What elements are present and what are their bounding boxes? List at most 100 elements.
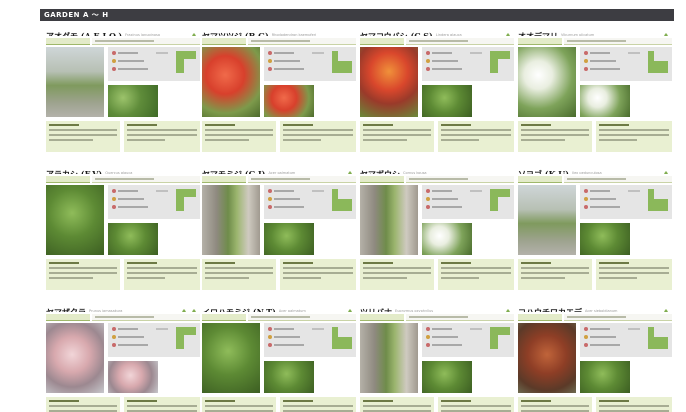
plant-detail-photo [264,85,314,117]
season-chart [648,51,668,73]
plant-description [202,397,276,412]
plant-detail-photo [580,85,630,117]
plant-detail-photo [422,223,472,255]
plant-detail-photo [264,223,314,255]
plant-photo [46,185,104,255]
leaf-icon [180,302,188,312]
leaf-icon [504,26,512,36]
plant-photo [518,47,576,117]
plant-description [46,121,120,152]
plant-title-bar: コハウチワカエデ Acer sieboldianum [518,300,672,312]
plant-latin-name: Acer palmatum [268,170,296,175]
plant-attributes-panel [108,323,200,357]
plant-photo [202,323,260,393]
plant-care-notes [280,121,356,152]
info-tag-right [92,314,200,321]
plant-latin-name: Rhododendron kaempferi [271,32,317,37]
info-tag-left [360,314,404,321]
plant-care-notes [438,259,514,290]
plant-detail-photo [422,361,472,393]
plant-attributes-panel [108,185,200,219]
plant-photo [518,185,576,255]
plant-name: ソヨゴ (K,U) [518,169,570,174]
info-tag-left [518,176,562,183]
plant-attributes-panel [422,47,514,81]
info-tag-left [360,38,404,45]
info-row [518,176,672,183]
season-chart [176,327,196,349]
plant-latin-name: Cornus kousa [403,170,427,175]
season-chart [490,51,510,73]
leaf-icon [346,302,354,312]
plant-latin-name: Acer sieboldianum [585,308,618,313]
plant-description [360,121,434,152]
plant-title-bar: ツリバナ Euonymus oxyphyllus [360,300,514,312]
leaf-icon [504,302,512,312]
info-row [518,314,672,321]
plant-attributes-panel [580,47,672,81]
plant-card: ツリバナ Euonymus oxyphyllus [360,300,514,412]
plant-card: アオダモ (A,E,I,Q,) Fraxinus lanuginosa [46,24,200,152]
plant-title-bar: ソヨゴ (K,U) Ilex pedunculosa [518,162,672,174]
plant-detail-photo [108,223,158,255]
plant-title-bar: ヤマザクラ Prunus jamasakura [46,300,200,312]
plant-name: オオデマリ [518,31,558,36]
info-row [46,176,200,183]
plant-care-notes [596,397,672,412]
plant-photo [202,47,260,117]
plant-care-notes [124,397,200,412]
info-tag-left [360,176,404,183]
info-tag-right [564,176,672,183]
plant-detail-photo [108,85,158,117]
plant-attributes-panel [264,47,356,81]
info-tag-right [564,314,672,321]
plant-care-notes [596,259,672,290]
info-tag-right [406,176,514,183]
info-tag-left [46,314,90,321]
section-header: GARDEN A ～ H [40,9,674,21]
season-chart [490,189,510,211]
info-tag-right [92,38,200,45]
plant-latin-name: Viburnum plicatum [561,32,595,37]
plant-photo [360,185,418,255]
plant-photo [46,323,104,393]
plant-attributes-panel [422,323,514,357]
plant-attributes-panel [580,185,672,219]
info-tag-left [202,176,246,183]
leaf-icon [662,302,670,312]
plant-description [518,259,592,290]
plant-card: イロハモミジ (N,T) Acer palmatum [202,300,356,412]
plant-description [360,397,434,412]
plant-name: イロハモミジ (N,T) [202,307,276,312]
info-row [360,38,514,45]
plant-card: ヤマボウシ Cornus kousa [360,162,514,290]
plant-title-bar: イロハモミジ (N,T) Acer palmatum [202,300,356,312]
plant-description [360,259,434,290]
plant-card: ソヨゴ (K,U) Ilex pedunculosa [518,162,672,290]
plant-attributes-panel [580,323,672,357]
plant-photo [202,185,260,255]
plant-card: コハウチワカエデ Acer sieboldianum [518,300,672,412]
info-tag-right [406,314,514,321]
info-tag-left [518,314,562,321]
plant-title-bar: アオダモ (A,E,I,Q,) Fraxinus lanuginosa [46,24,200,36]
plant-latin-name: Euonymus oxyphyllus [395,308,434,313]
plant-title-bar: アラカシ (F,V) Quercus glauca [46,162,200,174]
plant-card: ヤマコウバシ (C,S) Lindera glauca [360,24,514,152]
plant-care-notes [438,397,514,412]
plant-name: コハウチワカエデ [518,307,582,312]
plant-name: ヤマツツジ (B,G) [202,31,269,36]
plant-latin-name: Fraxinus lanuginosa [125,32,160,37]
info-tag-right [406,38,514,45]
info-row [360,176,514,183]
plant-latin-name: Ilex pedunculosa [572,170,602,175]
plant-description [202,121,276,152]
plant-detail-photo [264,361,314,393]
info-tag-left [518,38,562,45]
info-row [46,38,200,45]
plant-name: ツリバナ [360,307,392,312]
plant-latin-name: Quercus glauca [105,170,133,175]
plant-detail-photo [580,361,630,393]
plant-card: ヤマツツジ (B,G) Rhododendron kaempferi [202,24,356,152]
plant-title-bar: ヤマボウシ Cornus kousa [360,162,514,174]
